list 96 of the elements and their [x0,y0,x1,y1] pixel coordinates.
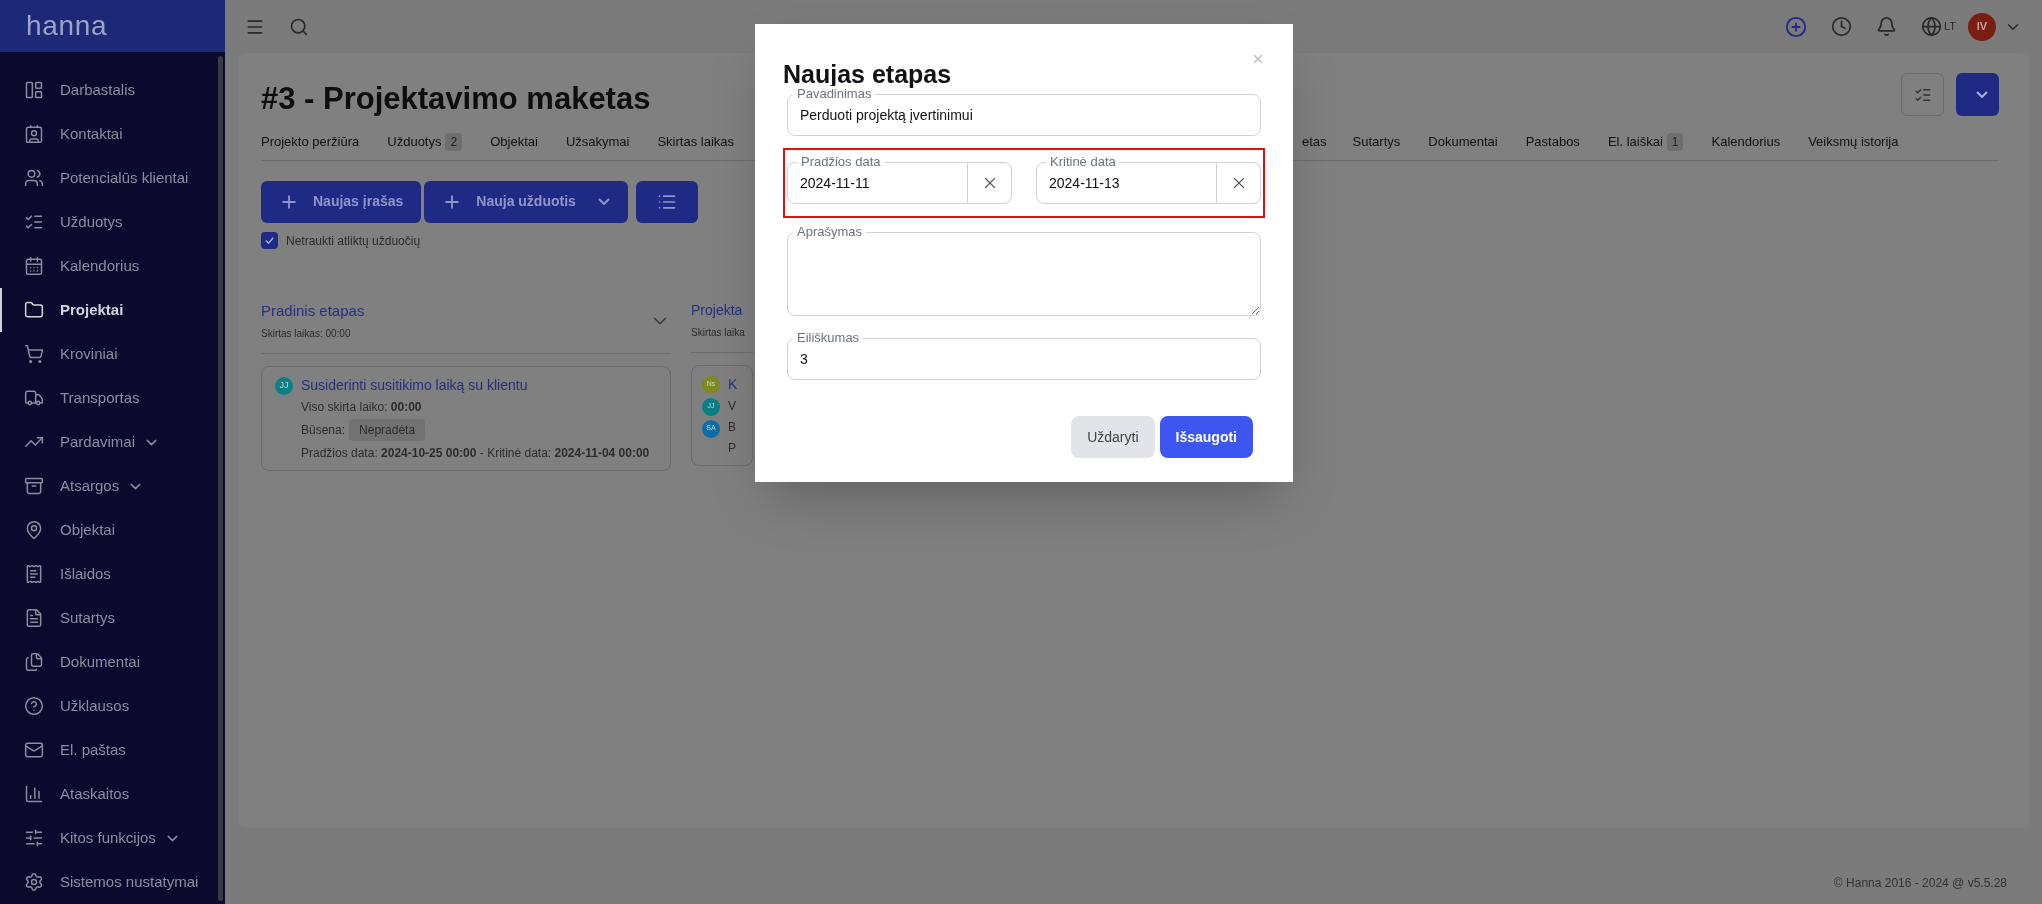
count-badge: 1 [1666,133,1684,151]
settings-icon [24,872,44,892]
check-icon [264,235,275,246]
sidebar-item[interactable]: Pardavimai [0,420,215,464]
field-label: Aprašymas [793,224,867,239]
documents-icon [24,652,44,672]
clear-date-button[interactable] [1217,162,1261,204]
field-label: Pradžios data [797,154,885,169]
receipt-icon [24,564,44,584]
bell-icon[interactable] [1875,16,1897,37]
sidebar-item[interactable]: Kalendorius [0,244,215,288]
stage-title[interactable]: Pradinis etapas [261,299,649,322]
sidebar-item[interactable]: Darbastalis [0,68,215,112]
status-label: Būsena: [301,422,346,439]
sidebar-item[interactable]: El. paštas [0,728,215,772]
footer-text: © Hanna 2016 - 2024 @ v5.5.28 [1833,875,2007,892]
bar-chart-icon [24,784,44,804]
tab[interactable]: Kalendorius [1711,132,1809,152]
clear-date-button[interactable] [968,162,1012,204]
sliders-icon [24,828,44,848]
sidebar-item[interactable]: Kroviniai [0,332,215,376]
folder-icon [24,300,44,320]
sidebar-item[interactable]: Dokumentai [0,640,215,684]
close-button[interactable]: Uždaryti [1071,416,1155,458]
help-icon [24,696,44,716]
stage-subtitle: Skirtas laikas: 00:00 [261,327,352,341]
brand-logo[interactable]: hanna [26,12,108,40]
sidebar-item[interactable]: Sutartys [0,596,215,640]
checkbox-label: Netraukti atliktų užduočių [286,232,421,250]
task-detail: Pradžios data: 2024-10-25 00:00 - Kritinė data: 2024-11-04 00:00 [301,445,650,462]
modal-title: Naujas etapas [783,60,952,88]
search-icon[interactable] [289,16,309,37]
sidebar-item[interactable]: Objektai [0,508,215,552]
sidebar-item[interactable]: Užklausos [0,684,215,728]
task-detail: P [728,439,737,457]
tab[interactable]: Užsakymai [565,132,658,152]
sidebar-item[interactable]: Transportas [0,376,215,420]
user-avatar[interactable]: IV [1968,12,1996,41]
tab[interactable]: Sutartys [1352,132,1429,152]
dropdown-button[interactable] [1956,73,1999,116]
save-button[interactable]: Išsaugoti [1159,416,1253,458]
stage-subtitle: Skirtas laika [691,325,746,340]
new-entry-button[interactable]: Naujas įrašas [261,180,422,223]
tab[interactable]: Pastabos [1525,132,1608,152]
cart-icon [24,344,44,364]
globe-icon[interactable] [1920,16,1942,37]
sidebar-item[interactable]: Užduotys [0,200,215,244]
task-detail: B [728,418,737,436]
sidebar-item[interactable]: Sistemos nustatymai [0,860,215,904]
status-badge: Nepradėta [349,419,426,441]
tab[interactable]: Projekto peržiūra [261,132,388,152]
contact-card-icon [24,124,44,144]
document-icon [24,608,44,628]
task-detail: Viso skirta laiko: 00:00 [301,399,423,416]
sidebar-item[interactable]: Ataskaitos [0,772,215,816]
checklist-icon [24,212,44,232]
sidebar-item[interactable]: Potencialūs klientai [0,156,215,200]
field-label: Pavadinimas [793,86,876,101]
user-avatar: JJ [275,377,293,395]
field-label: Eiliškumas [793,330,864,345]
sidebar-item[interactable]: Projektai [0,288,215,332]
sidebar-item[interactable]: Kitos funkcijos [0,816,215,860]
task-title[interactable]: K [728,373,738,394]
field-label: Kritinė data [1046,154,1120,169]
sidebar-item[interactable]: Išlaidos [0,552,215,596]
task-card[interactable]: JJ Susiderinti susitikimo laiką su klientu Viso skirta laiko: 00:00 Būsena: Nepradėta Pradžios data: 2024-10-25 00:00 - Kritinė data: 2024-11-04 00:00 [261,366,671,471]
checklist-button[interactable] [1901,73,1944,116]
calendar-icon [24,256,44,276]
tab[interactable]: etas [1302,132,1353,152]
sidebar-item[interactable]: Atsargos [0,464,215,508]
task-title[interactable]: Susiderinti susitikimo laiką su klientu [301,375,650,395]
list-view-button[interactable] [635,180,698,223]
close-icon[interactable] [1251,52,1265,66]
archive-box-icon [24,476,44,496]
map-pin-icon [24,520,44,540]
chevron-down-icon [597,198,610,205]
tab[interactable]: Veiksmų istorija [1808,132,1927,152]
page-title: #3 - Projektavimo maketas [261,80,651,118]
language-label[interactable]: LT [1943,18,1956,35]
tab[interactable]: Užduotys 2 [387,132,491,152]
new-task-button[interactable]: Nauja užduotis [424,180,628,223]
stage-title[interactable]: Projekta [691,299,753,321]
tab[interactable]: Objektai [490,132,566,152]
tab[interactable]: El. laiškai 1 [1607,132,1712,152]
truck-icon [24,388,44,408]
count-badge: 2 [445,133,463,151]
people-icon [24,168,44,188]
chevron-down-icon [1975,91,1988,98]
add-icon[interactable] [1784,15,1807,38]
checkbox[interactable] [261,232,278,249]
task-detail: V [728,397,737,415]
sidebar-item[interactable]: Kontaktai [0,112,215,156]
dashboard-icon [24,80,44,100]
tab[interactable]: Dokumentai [1428,132,1526,152]
clock-icon[interactable] [1830,16,1852,37]
mail-icon [24,740,44,760]
